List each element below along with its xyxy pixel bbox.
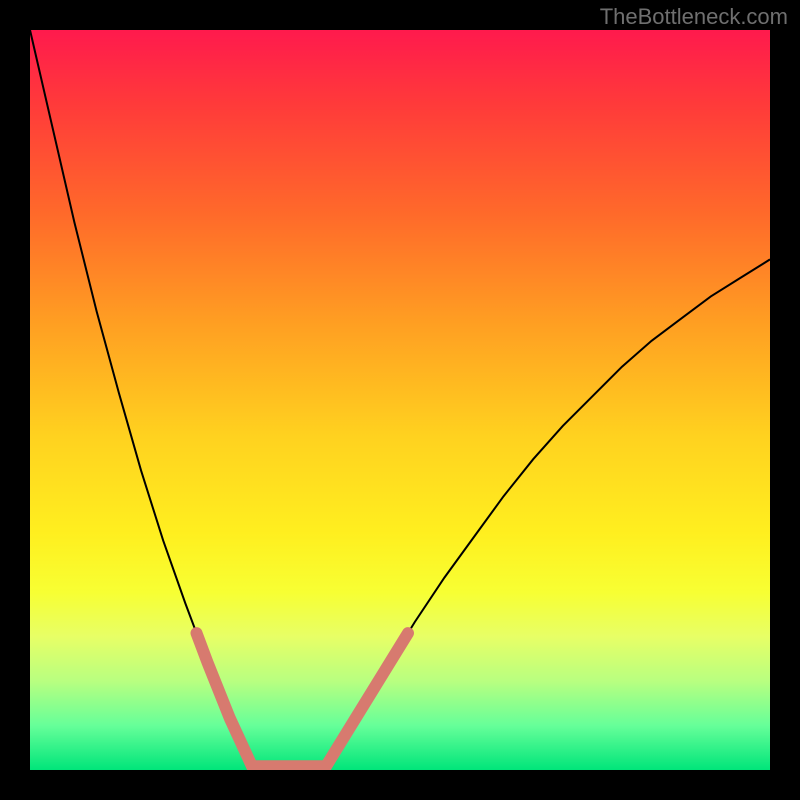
watermark-text: TheBottleneck.com xyxy=(600,4,788,30)
plot-area xyxy=(30,30,770,770)
chart-frame: TheBottleneck.com xyxy=(0,0,800,800)
right-curve xyxy=(326,259,770,766)
left-curve xyxy=(30,30,252,766)
curve-layer xyxy=(30,30,770,770)
right-threshold-marks xyxy=(326,633,408,766)
left-threshold-marks xyxy=(197,633,253,766)
